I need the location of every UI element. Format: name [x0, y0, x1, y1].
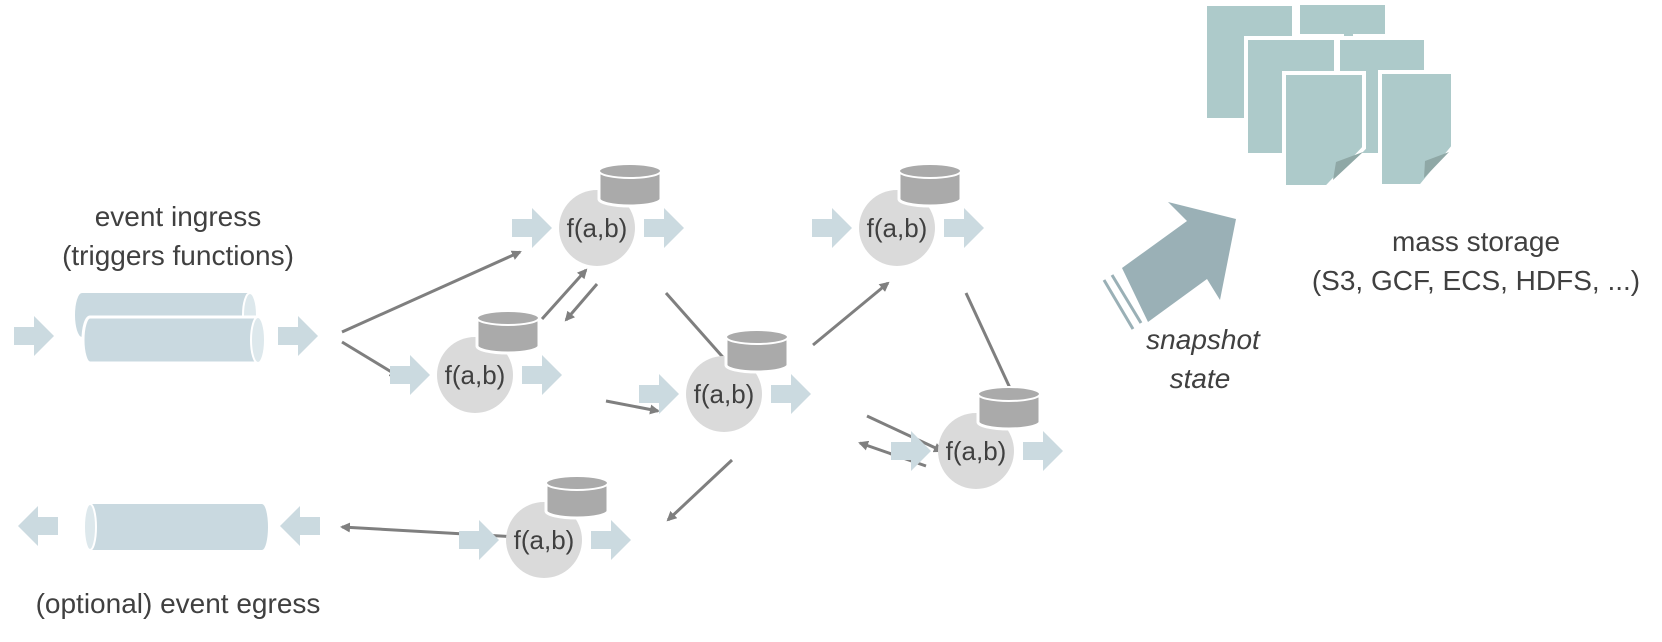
- stream-processing-diagram: event ingress (triggers functions) (opti…: [14, 5, 1640, 619]
- edge-fn2-to-fn1: [540, 268, 588, 321]
- flow-out-arrow-icon: [944, 208, 984, 248]
- state-db-icon: [976, 386, 1042, 431]
- function-node: f(a,b): [639, 329, 811, 432]
- function-label: f(a,b): [867, 213, 928, 243]
- storage-label-line2: (S3, GCF, ECS, HDFS, ...): [1312, 265, 1640, 296]
- storage-doc-icon: [1300, 5, 1385, 34]
- flow-out-arrow-icon: [591, 520, 631, 560]
- ingress-label-line1: event ingress: [95, 201, 262, 232]
- edge-fn3-to-fn4: [812, 281, 890, 347]
- storage-doc-icon: [1378, 70, 1455, 188]
- snapshot-label-line1: snapshot: [1146, 324, 1261, 355]
- function-node: f(a,b): [390, 310, 562, 413]
- function-node: f(a,b): [891, 386, 1063, 489]
- egress-input-arrow-icon: [280, 506, 320, 546]
- function-label: f(a,b): [946, 436, 1007, 466]
- mass-storage-icon: [1207, 5, 1455, 189]
- egress-queue-icon: [83, 503, 268, 551]
- flow-out-arrow-icon: [1023, 431, 1063, 471]
- storage-label-line1: mass storage: [1392, 226, 1560, 257]
- function-label: f(a,b): [694, 379, 755, 409]
- flow-out-arrow-icon: [644, 208, 684, 248]
- flow-in-arrow-icon: [812, 208, 852, 248]
- flow-out-arrow-icon: [522, 355, 562, 395]
- snapshot-label-line2: state: [1170, 363, 1231, 394]
- state-db-icon: [724, 329, 790, 374]
- function-nodes: f(a,b) f(a,b) f(a,b) f(a,b) f(a,b) f(a,b): [390, 163, 1063, 578]
- edge-fn3-to-fn6: [666, 458, 734, 522]
- ingress-queue-icon: [75, 292, 267, 365]
- function-label: f(a,b): [445, 360, 506, 390]
- flow-in-arrow-icon: [390, 355, 430, 395]
- state-db-icon: [897, 163, 963, 208]
- function-node: f(a,b): [459, 475, 631, 578]
- state-db-icon: [544, 475, 610, 520]
- function-node: f(a,b): [812, 163, 984, 266]
- ingress-input-arrow-icon: [14, 316, 54, 356]
- state-db-icon: [597, 163, 663, 208]
- edge-ingress-to-fn2: [341, 340, 400, 378]
- storage-doc-icon: [1282, 71, 1366, 189]
- function-label: f(a,b): [567, 213, 628, 243]
- snapshot-arrow-icon: [1102, 202, 1236, 330]
- egress-label: (optional) event egress: [36, 588, 321, 619]
- egress-output-arrow-icon: [18, 506, 58, 546]
- function-label: f(a,b): [514, 525, 575, 555]
- edge-fn1-to-fn2: [564, 283, 599, 322]
- flow-in-arrow-icon: [512, 208, 552, 248]
- flow-in-arrow-icon: [459, 520, 499, 560]
- ingress-output-arrow-icon: [278, 316, 318, 356]
- ingress-label-line2: (triggers functions): [62, 240, 294, 271]
- state-db-icon: [475, 310, 541, 355]
- flow-out-arrow-icon: [771, 374, 811, 414]
- function-node: f(a,b): [512, 163, 684, 266]
